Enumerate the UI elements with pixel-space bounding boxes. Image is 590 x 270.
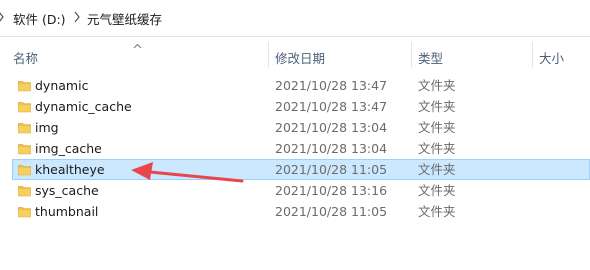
breadcrumb-item-folder[interactable]: 元气壁纸缓存 — [87, 9, 162, 28]
list-item[interactable]: img_cache 2021/10/28 13:04 文件夹 — [12, 138, 590, 159]
folder-icon — [18, 79, 31, 92]
file-name: dynamic_cache — [35, 99, 132, 114]
column-divider[interactable] — [532, 42, 533, 68]
column-divider[interactable] — [411, 42, 412, 68]
file-modified: 2021/10/28 11:05 — [275, 204, 388, 219]
list-item[interactable]: dynamic_cache 2021/10/28 13:47 文件夹 — [12, 96, 590, 117]
folder-icon — [18, 184, 31, 197]
file-modified: 2021/10/28 13:16 — [275, 183, 388, 198]
file-modified: 2021/10/28 13:04 — [275, 141, 388, 156]
column-divider[interactable] — [268, 42, 269, 68]
folder-icon — [18, 142, 31, 155]
file-type: 文件夹 — [418, 120, 456, 135]
chevron-right-icon[interactable] — [0, 11, 9, 25]
file-name: img — [35, 120, 59, 135]
file-modified: 2021/10/28 11:05 — [275, 162, 388, 177]
list-item-selected[interactable]: khealtheye 2021/10/28 11:05 文件夹 — [12, 159, 590, 180]
file-modified: 2021/10/28 13:47 — [275, 78, 388, 93]
file-type: 文件夹 — [418, 162, 456, 177]
list-item[interactable]: img 2021/10/28 13:04 文件夹 — [12, 117, 590, 138]
list-item[interactable]: dynamic 2021/10/28 13:47 文件夹 — [12, 75, 590, 96]
file-modified: 2021/10/28 13:47 — [275, 99, 388, 114]
column-header-size[interactable]: 大小 — [539, 48, 564, 67]
file-type: 文件夹 — [418, 141, 456, 156]
file-name: sys_cache — [35, 183, 99, 198]
file-type: 文件夹 — [418, 99, 456, 114]
file-name: thumbnail — [35, 204, 99, 219]
file-modified: 2021/10/28 13:04 — [275, 120, 388, 135]
file-name: khealtheye — [35, 162, 105, 177]
folder-icon — [18, 205, 31, 218]
folder-icon — [18, 121, 31, 134]
list-item[interactable]: sys_cache 2021/10/28 13:16 文件夹 — [12, 180, 590, 201]
column-header-name[interactable]: 名称 — [13, 48, 38, 67]
file-type: 文件夹 — [418, 78, 456, 93]
file-type: 文件夹 — [418, 183, 456, 198]
column-header-type[interactable]: 类型 — [418, 48, 443, 67]
column-header: 名称 修改日期 类型 大小 — [0, 38, 590, 72]
column-header-modified[interactable]: 修改日期 — [275, 48, 325, 67]
file-type: 文件夹 — [418, 204, 456, 219]
file-name: dynamic — [35, 78, 89, 93]
folder-icon — [18, 163, 31, 176]
chevron-right-icon[interactable] — [73, 11, 85, 25]
file-name: img_cache — [35, 141, 102, 156]
breadcrumb-item-drive[interactable]: 软件 (D:) — [13, 9, 66, 28]
list-item[interactable]: thumbnail 2021/10/28 11:05 文件夹 — [12, 201, 590, 222]
breadcrumb: 软件 (D:) 元气壁纸缓存 — [0, 0, 590, 37]
folder-icon — [18, 100, 31, 113]
